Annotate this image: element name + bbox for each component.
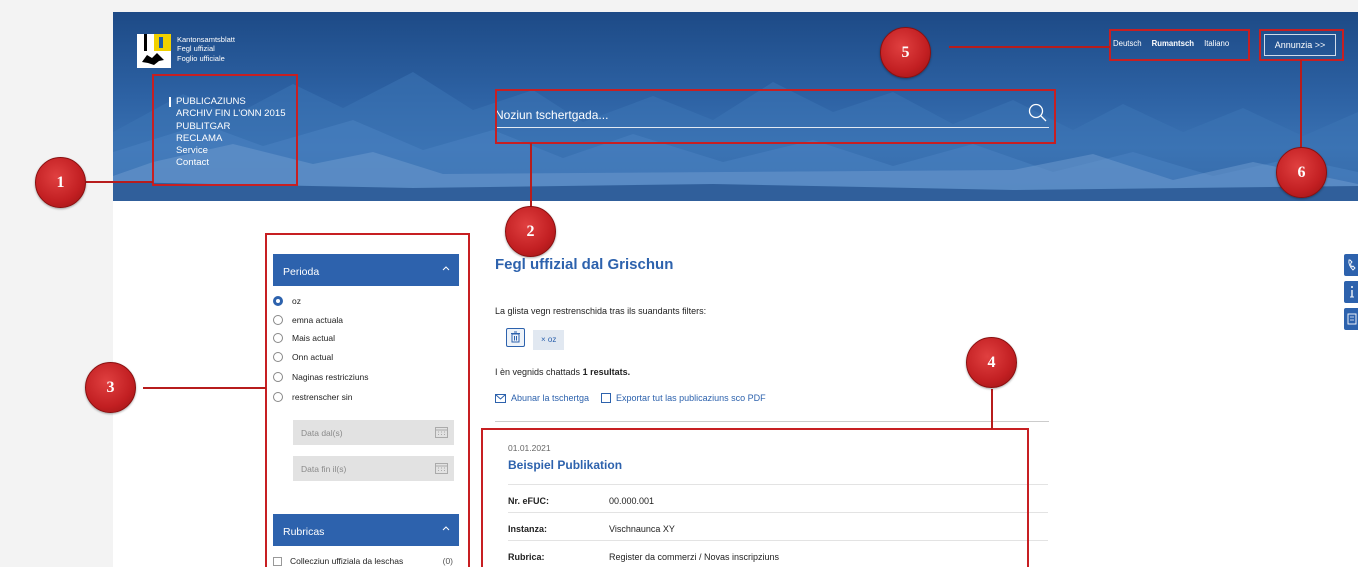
annotation-marker-6: 6 <box>1276 147 1327 198</box>
phone-icon <box>1348 259 1356 271</box>
document-icon <box>601 393 612 403</box>
clear-filters-button[interactable] <box>506 328 525 347</box>
annotation-marker-3: 3 <box>85 362 136 413</box>
annotation-box-6 <box>1259 29 1344 61</box>
annotation-box-5 <box>1109 29 1250 61</box>
annotation-marker-2: 2 <box>505 206 556 257</box>
filter-chip-label: oz <box>547 335 557 344</box>
export-label: Exportar tut las publicaziuns sco PDF <box>616 393 766 403</box>
result-actions: Abunar la tschertga Exportar tut las pub… <box>495 393 766 403</box>
annotation-box-2 <box>495 89 1056 144</box>
info-tool[interactable] <box>1344 281 1358 303</box>
logo-line: Fegl uffizial <box>177 44 215 54</box>
subscribe-label: Abunar la tschertga <box>511 393 590 403</box>
annotation-marker-1: 1 <box>35 157 86 208</box>
annotation-marker-5: 5 <box>880 27 931 78</box>
annotation-line-2 <box>530 143 532 209</box>
logo-text: Kantonsamtsblatt Fegl uffizial Foglio uf… <box>177 35 235 63</box>
page-title: Fegl uffizial dal Grischun <box>495 256 674 273</box>
envelope-icon <box>495 393 506 403</box>
info-icon <box>1350 286 1354 298</box>
close-icon[interactable]: × <box>541 335 546 344</box>
annotation-line-5 <box>949 46 1110 48</box>
trash-icon <box>511 331 520 343</box>
export-pdf-link[interactable]: Exportar tut las publicaziuns sco PDF <box>601 393 766 403</box>
annotation-box-1 <box>152 74 298 186</box>
document-icon <box>1347 313 1357 325</box>
annotation-box-3 <box>265 233 470 567</box>
divider <box>495 421 1049 422</box>
annotation-line-3 <box>143 387 266 389</box>
result-count: I èn vegnids chattads 1 resultats. <box>495 367 630 377</box>
canton-logo[interactable] <box>137 34 171 68</box>
filter-intro: La glista vegn restrenschida tras ils su… <box>495 306 707 316</box>
phone-tool[interactable] <box>1344 254 1358 276</box>
logo-line: Foglio ufficiale <box>177 53 225 63</box>
subscribe-search-link[interactable]: Abunar la tschertga <box>495 393 589 403</box>
annotation-line-1 <box>86 181 153 183</box>
annotation-line-4 <box>991 389 993 429</box>
logo-line: Kantonsamtsblatt <box>177 35 235 44</box>
annotation-box-4 <box>481 428 1029 567</box>
result-prefix: I èn vegnids chattads <box>495 367 581 377</box>
annotation-marker-4: 4 <box>966 337 1017 388</box>
result-number: 1 resultats. <box>582 367 631 377</box>
annotation-line-6 <box>1300 60 1302 150</box>
document-tool[interactable] <box>1344 308 1358 330</box>
filter-chip-oz[interactable]: × oz <box>533 330 565 350</box>
